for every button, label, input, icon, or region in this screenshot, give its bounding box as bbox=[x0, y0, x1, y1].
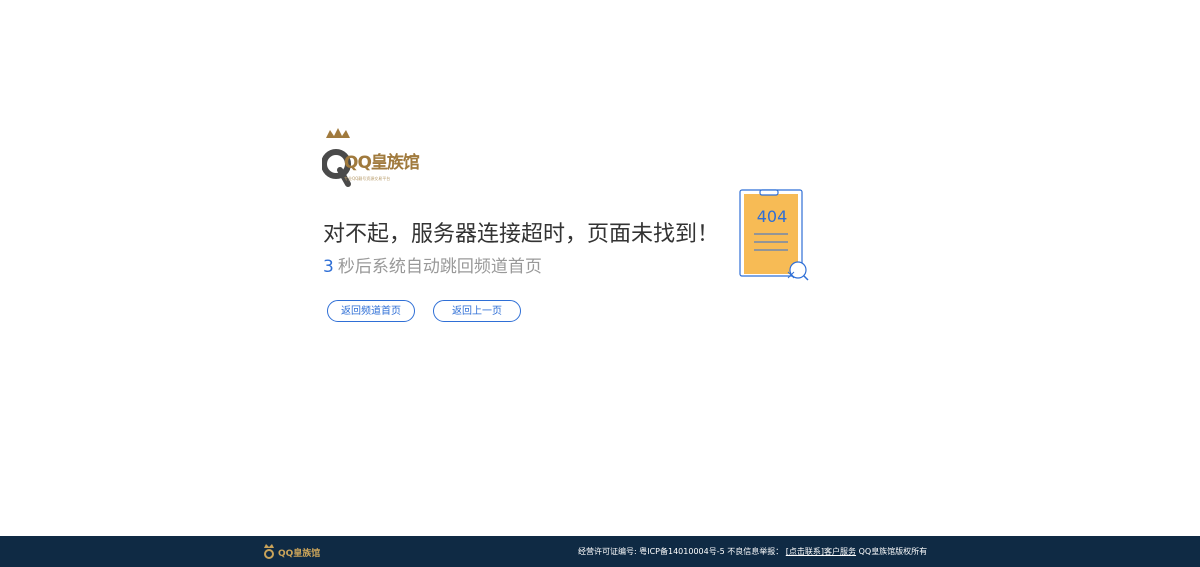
logo-text: QQ皇族馆 bbox=[344, 153, 420, 173]
go-back-button[interactable]: 返回上一页 bbox=[433, 300, 521, 322]
footer-bar: QQ皇族馆 经营许可证编号: 粤ICP备14010004号-5 不良信息举报： … bbox=[0, 536, 1200, 567]
copyright-text: QQ皇族馆版权所有 bbox=[858, 547, 928, 556]
clipboard-404-illustration: 404 bbox=[736, 186, 816, 286]
customer-service-link[interactable]: 客户服务 bbox=[824, 547, 856, 556]
countdown-message: 3 秒后系统自动跳回频道首页 bbox=[323, 252, 542, 277]
report-label: 不良信息举报： bbox=[727, 547, 784, 556]
error-page: QQ皇族馆 专业QQ靓号资源交易平台 对不起，服务器连接超时，页面未找到！ 3秒… bbox=[0, 0, 1200, 567]
error-code: 404 bbox=[757, 207, 788, 226]
footer-info: 经营许可证编号: 粤ICP备14010004号-5 不良信息举报： [点击联系]… bbox=[578, 546, 927, 557]
countdown-text: 秒后系统自动跳回频道首页 bbox=[337, 257, 542, 277]
license-text: 经营许可证编号: 粤ICP备14010004号-5 bbox=[578, 547, 725, 556]
footer-crown-logo-icon bbox=[264, 544, 274, 559]
site-logo[interactable]: QQ皇族馆 专业QQ靓号资源交易平台 bbox=[321, 128, 420, 190]
footer-logo-text: QQ皇族馆 bbox=[278, 548, 321, 559]
footer-logo[interactable]: QQ皇族馆 bbox=[262, 544, 320, 560]
logo-subtitle: 专业QQ靓号资源交易平台 bbox=[344, 176, 391, 181]
clipboard-404-icon: 404 bbox=[739, 189, 809, 281]
contact-link[interactable]: [点击联系] bbox=[786, 547, 824, 556]
error-headline: 对不起，服务器连接超时，页面未找到！ bbox=[323, 222, 720, 247]
return-home-button[interactable]: 返回频道首页 bbox=[327, 300, 415, 322]
countdown-number: 3 bbox=[323, 257, 334, 277]
